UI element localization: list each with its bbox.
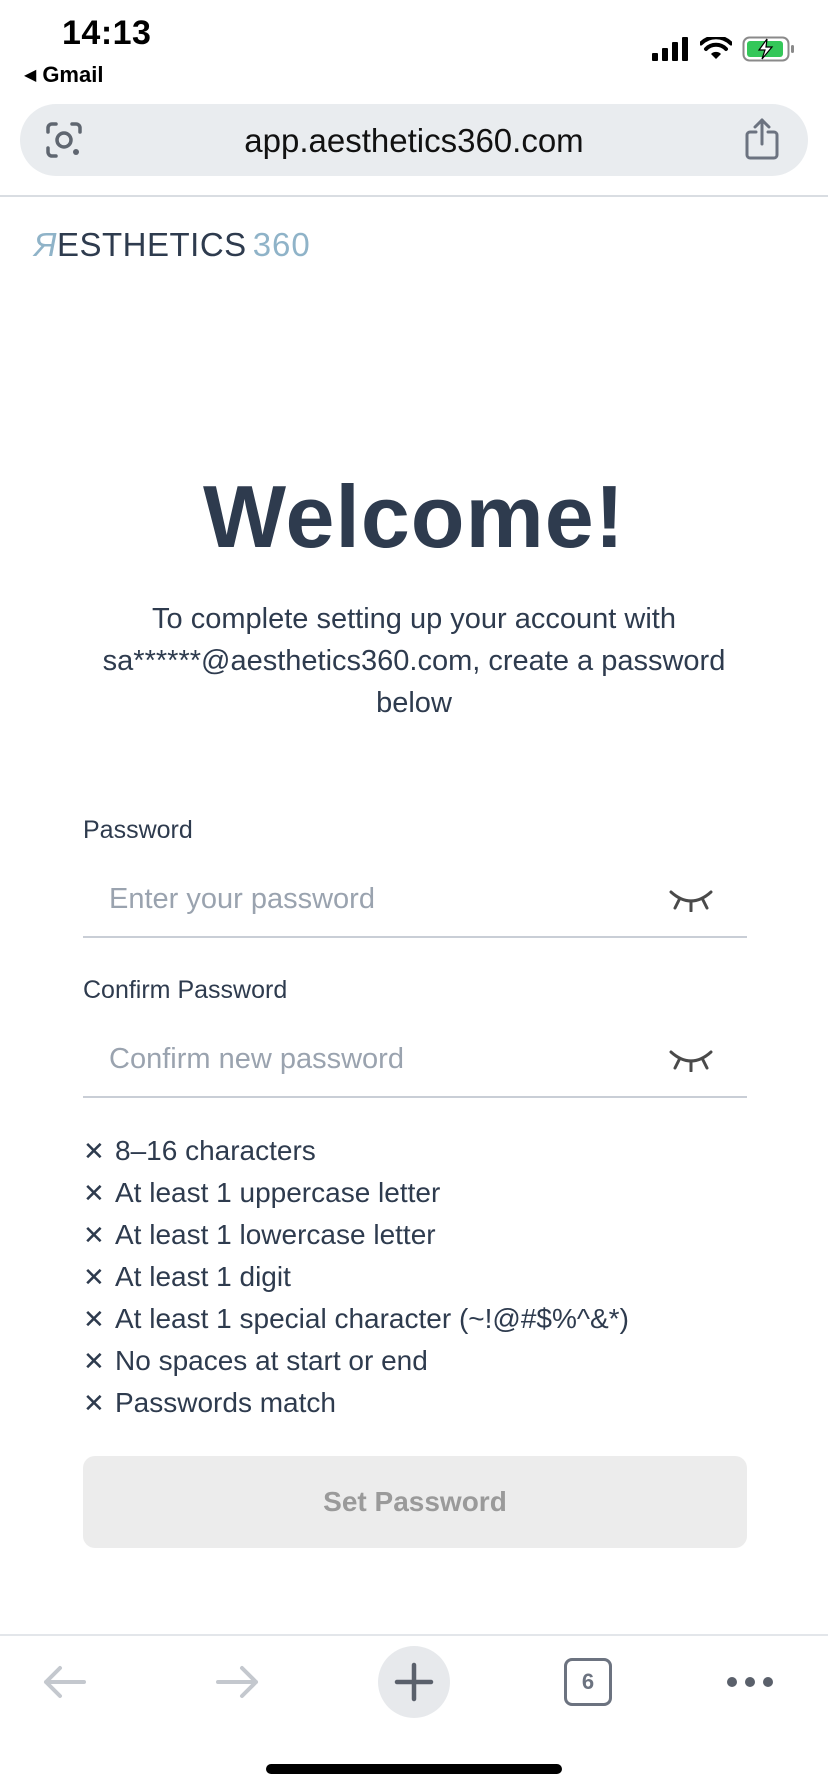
browser-toolbar: 6 bbox=[0, 1636, 828, 1726]
x-icon: ✕ bbox=[83, 1261, 105, 1292]
confirm-password-label: Confirm Password bbox=[83, 976, 288, 1004]
arrow-left-icon bbox=[44, 1666, 86, 1698]
requirement-item: ✕ At least 1 uppercase letter bbox=[83, 1172, 629, 1214]
x-icon: ✕ bbox=[83, 1387, 105, 1418]
password-field bbox=[83, 866, 747, 938]
back-app-label: Gmail bbox=[42, 62, 104, 87]
welcome-line: To complete setting up your account with bbox=[152, 603, 676, 635]
more-menu-button[interactable] bbox=[714, 1646, 786, 1718]
requirement-text: Passwords match bbox=[115, 1387, 336, 1418]
welcome-line: below bbox=[376, 687, 452, 719]
requirement-text: At least 1 lowercase letter bbox=[115, 1219, 436, 1250]
back-triangle-icon: ◀ bbox=[24, 67, 37, 84]
requirement-item: ✕ At least 1 special character (~!@#$%^&*… bbox=[83, 1298, 629, 1340]
back-to-app-link[interactable]: ◀ Gmail bbox=[24, 62, 103, 88]
logo-number: 360 bbox=[252, 226, 311, 263]
x-icon: ✕ bbox=[83, 1303, 105, 1334]
home-indicator[interactable] bbox=[266, 1764, 562, 1774]
requirement-text: At least 1 special character (~!@#$%^&*) bbox=[115, 1303, 629, 1334]
welcome-subtitle: To complete setting up your account with… bbox=[60, 598, 768, 724]
set-password-button[interactable]: Set Password bbox=[83, 1456, 747, 1548]
requirement-text: At least 1 digit bbox=[115, 1261, 291, 1292]
battery-charging-icon bbox=[742, 36, 794, 62]
confirm-password-input[interactable] bbox=[107, 1026, 651, 1092]
requirement-item: ✕ At least 1 lowercase letter bbox=[83, 1214, 629, 1256]
requirement-item: ✕ No spaces at start or end bbox=[83, 1340, 629, 1382]
requirement-item: ✕ Passwords match bbox=[83, 1382, 629, 1424]
requirement-text: At least 1 uppercase letter bbox=[115, 1177, 441, 1208]
welcome-line: sa******@aesthetics360.com, create a pas… bbox=[102, 645, 726, 677]
top-divider bbox=[0, 195, 828, 197]
requirement-item: ✕ At least 1 digit bbox=[83, 1256, 629, 1298]
signal-icon bbox=[652, 37, 688, 61]
x-icon: ✕ bbox=[83, 1177, 105, 1208]
status-time: 14:13 bbox=[62, 14, 152, 52]
status-icons bbox=[652, 36, 796, 62]
x-icon: ✕ bbox=[83, 1219, 105, 1250]
plus-icon bbox=[394, 1662, 434, 1702]
wifi-icon bbox=[700, 37, 732, 59]
url-bar[interactable]: app.aesthetics360.com bbox=[20, 104, 808, 176]
confirm-password-field bbox=[83, 1026, 747, 1098]
aesthetics360-logo: ЯESTHETICS 360 bbox=[34, 226, 311, 264]
share-icon[interactable] bbox=[744, 118, 780, 165]
url-text[interactable]: app.aesthetics360.com bbox=[20, 122, 808, 160]
toggle-confirm-visibility-icon[interactable] bbox=[669, 1048, 713, 1077]
new-tab-button[interactable] bbox=[378, 1646, 450, 1718]
requirement-item: ✕ 8–16 characters bbox=[83, 1130, 629, 1172]
more-dots-icon bbox=[727, 1677, 773, 1687]
toggle-password-visibility-icon[interactable] bbox=[669, 888, 713, 917]
status-bar: 14:13 ◀ Gmail bbox=[0, 0, 828, 100]
password-input[interactable] bbox=[107, 866, 651, 932]
arrow-right-icon bbox=[216, 1666, 258, 1698]
x-icon: ✕ bbox=[83, 1345, 105, 1376]
tab-count: 6 bbox=[564, 1658, 612, 1706]
tab-switcher-button[interactable]: 6 bbox=[552, 1646, 624, 1718]
requirement-text: 8–16 characters bbox=[115, 1135, 316, 1166]
password-requirements: ✕ 8–16 characters ✕ At least 1 uppercase l… bbox=[83, 1130, 629, 1424]
requirement-text: No spaces at start or end bbox=[115, 1345, 428, 1376]
welcome-title: Welcome! bbox=[202, 467, 626, 566]
x-icon: ✕ bbox=[83, 1135, 105, 1166]
logo-text: ЯESTHETICS bbox=[34, 226, 247, 263]
back-button[interactable] bbox=[28, 1646, 100, 1718]
password-label: Password bbox=[83, 816, 193, 844]
forward-button[interactable] bbox=[202, 1646, 274, 1718]
